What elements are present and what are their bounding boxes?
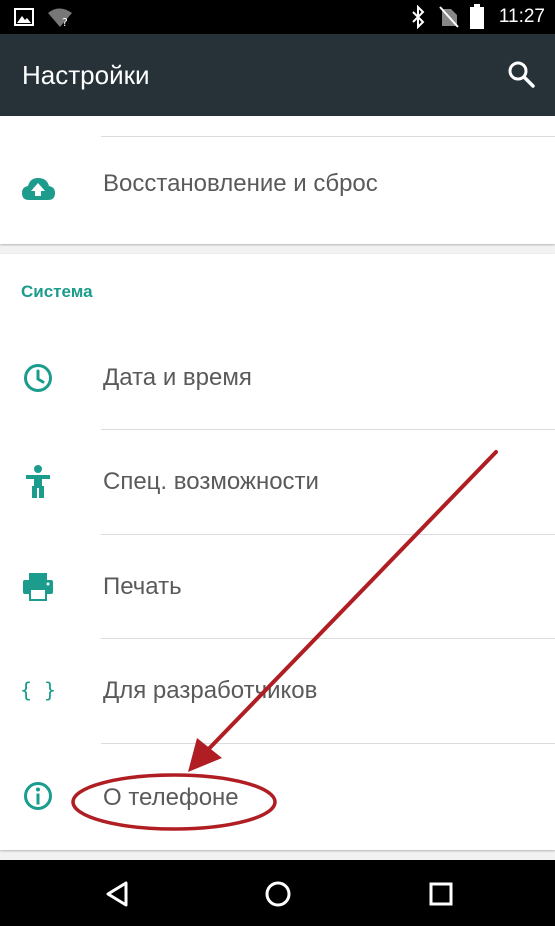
status-bar: ? 11:27 bbox=[0, 0, 555, 34]
accessibility-icon bbox=[26, 465, 50, 498]
svg-text:?: ? bbox=[62, 16, 68, 28]
home-icon[interactable] bbox=[262, 878, 294, 910]
settings-item-date-time[interactable]: Дата и время bbox=[0, 326, 555, 430]
settings-item-accessibility[interactable]: Спец. возможности bbox=[0, 430, 555, 534]
nav-bar bbox=[0, 860, 555, 926]
settings-item-label: Печать bbox=[103, 573, 182, 600]
section-header-system: Система bbox=[21, 282, 93, 301]
search-icon[interactable] bbox=[505, 58, 539, 92]
app-bar: Настройки bbox=[0, 34, 555, 116]
settings-item-label: О телефоне bbox=[103, 784, 239, 811]
settings-item-about-phone[interactable]: О телефоне bbox=[0, 744, 555, 848]
no-sim-icon bbox=[439, 6, 459, 28]
bluetooth-icon bbox=[412, 5, 425, 29]
printer-icon bbox=[23, 573, 53, 601]
settings-item-backup-reset[interactable]: Восстановление и сброс bbox=[0, 138, 555, 242]
back-icon[interactable] bbox=[102, 878, 134, 910]
settings-item-label: Для разработчиков bbox=[103, 677, 318, 704]
cloud-upload-icon bbox=[22, 178, 55, 200]
divider bbox=[101, 136, 555, 137]
wifi-unknown-icon: ? bbox=[48, 8, 72, 28]
clock-icon bbox=[24, 364, 52, 392]
settings-card-system: Система Дата и время Спец. возможности П… bbox=[0, 254, 555, 850]
svg-text:{ }: { } bbox=[20, 678, 56, 702]
page-title: Настройки bbox=[22, 60, 150, 90]
info-icon bbox=[24, 782, 52, 810]
settings-item-label: Восстановление и сброс bbox=[103, 170, 378, 197]
battery-icon bbox=[470, 4, 484, 29]
code-braces-icon: { } bbox=[20, 678, 56, 702]
status-time: 11:27 bbox=[498, 6, 545, 27]
settings-card-top: Восстановление и сброс bbox=[0, 116, 555, 244]
settings-item-label: Дата и время bbox=[103, 364, 252, 391]
settings-item-developer-options[interactable]: { } Для разработчиков bbox=[0, 639, 555, 743]
image-icon bbox=[14, 8, 34, 26]
settings-item-label: Спец. возможности bbox=[103, 468, 319, 495]
settings-item-printing[interactable]: Печать bbox=[0, 535, 555, 639]
recents-icon[interactable] bbox=[425, 878, 457, 910]
